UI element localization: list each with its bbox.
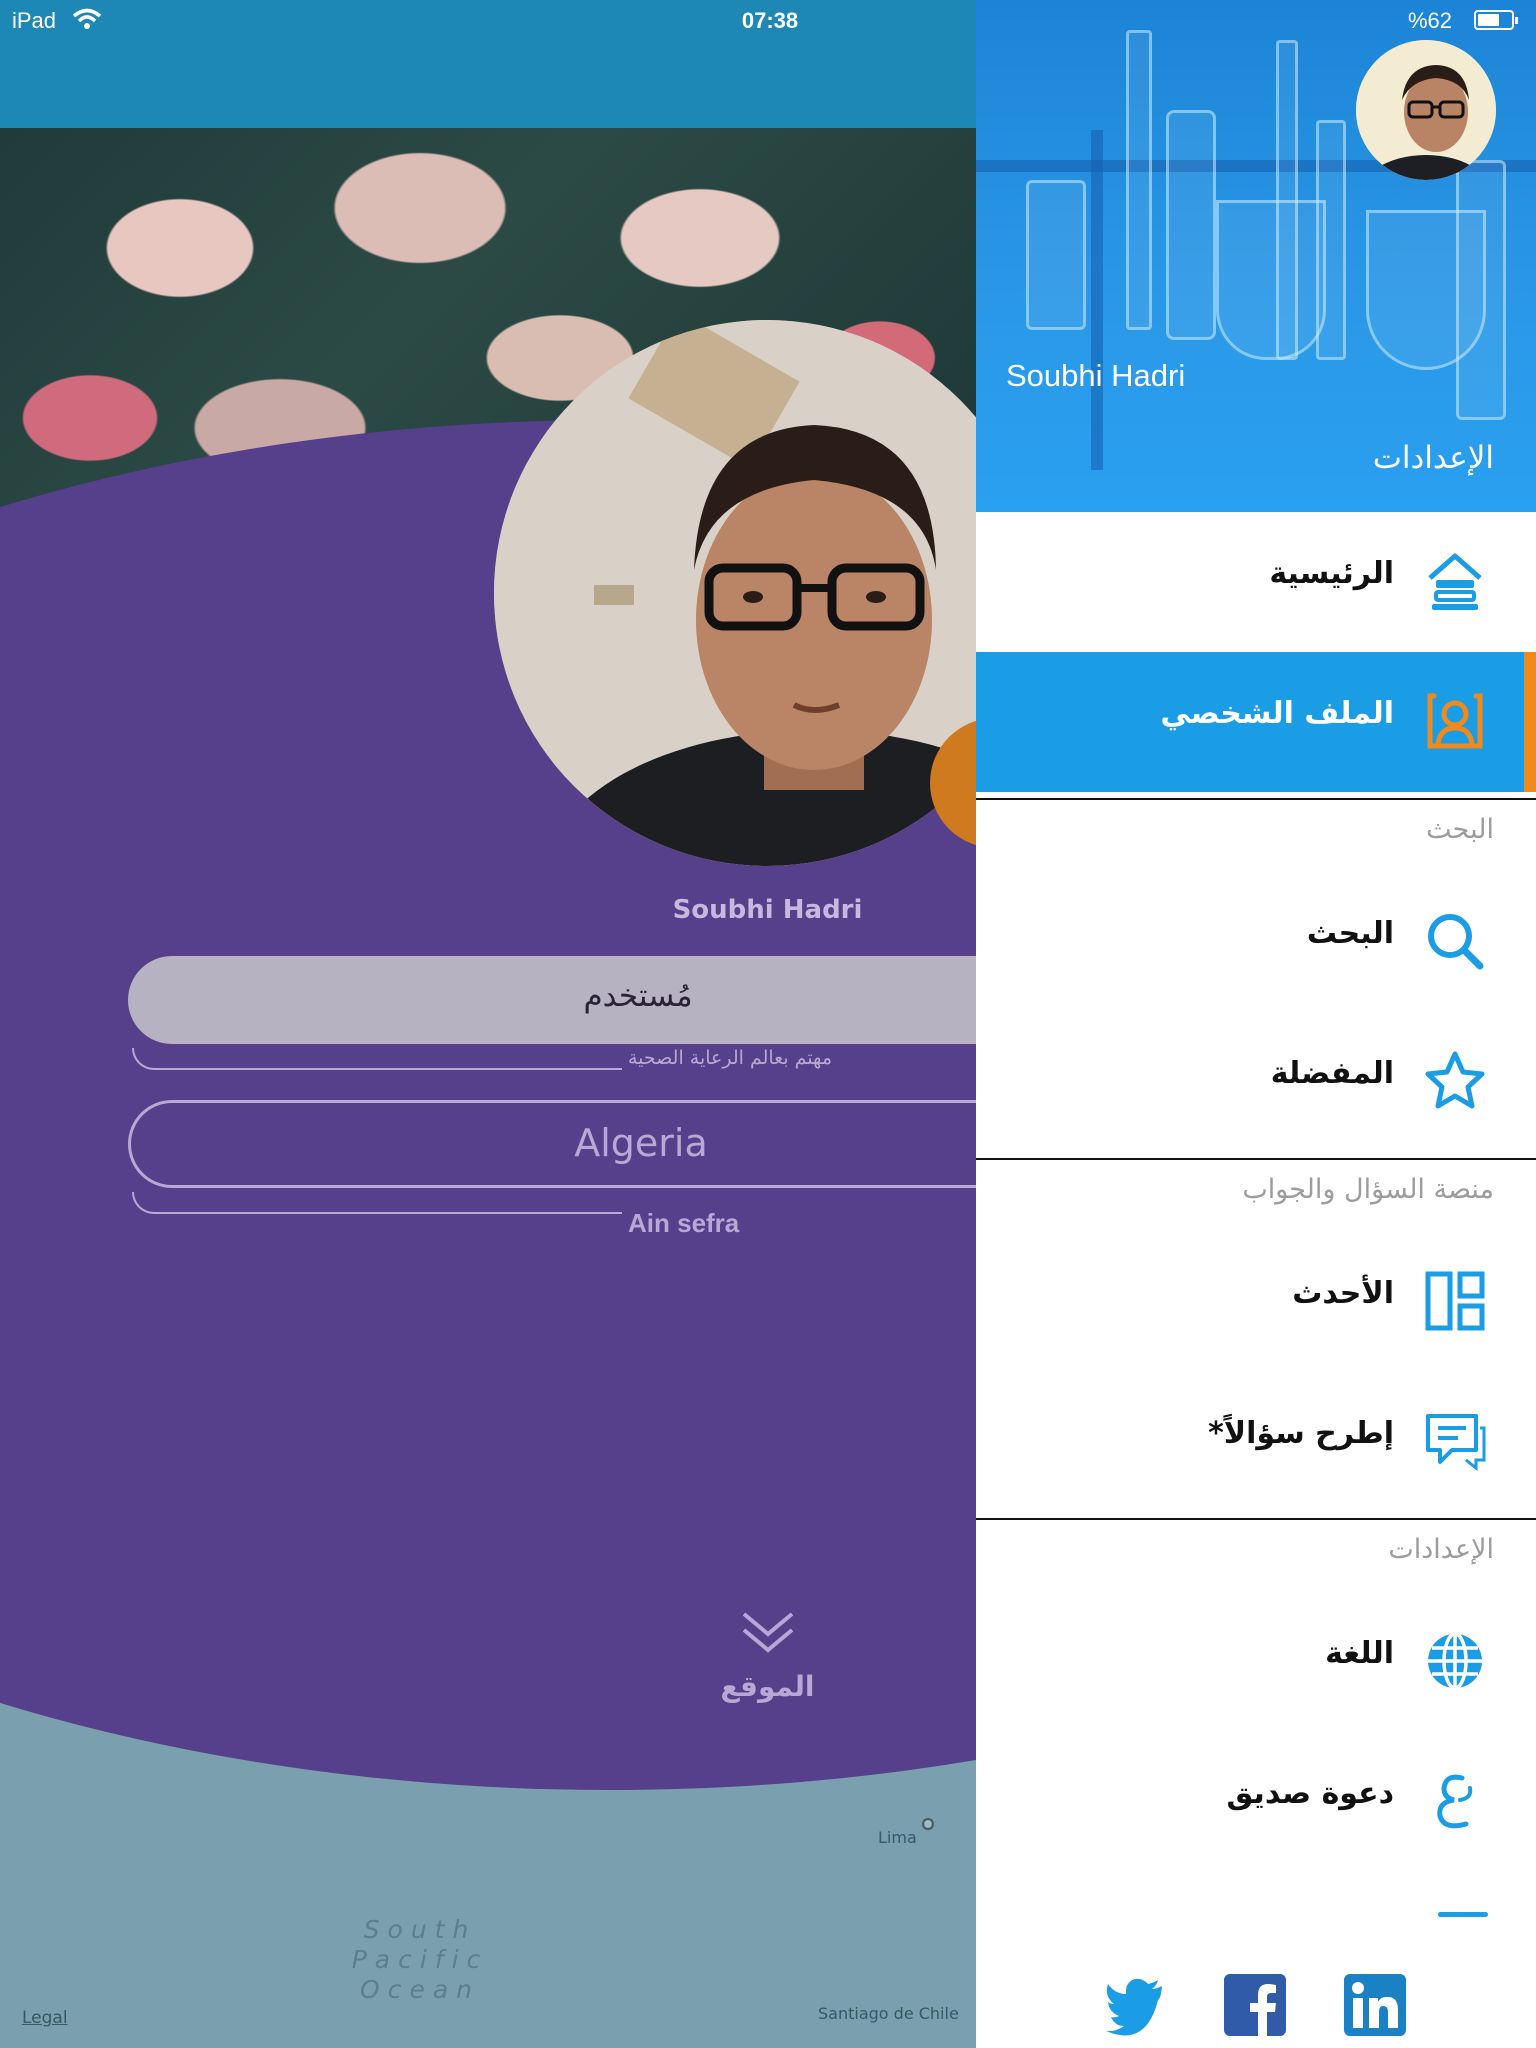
map-ocean-label: South Pacific Ocean <box>351 1915 489 2004</box>
bio-underline <box>132 1048 622 1070</box>
bio-text: مهتم بعالم الرعاية الصحية <box>628 1047 832 1069</box>
battery-percent: %62 <box>1408 8 1453 33</box>
profile-icon <box>1427 693 1483 749</box>
menu-item-label: اللغة <box>1325 1636 1394 1671</box>
wifi-icon <box>72 8 102 29</box>
chevron-down-icon[interactable] <box>738 1610 798 1654</box>
linkedin-icon[interactable] <box>1344 1974 1406 2036</box>
lab-beaker-2 <box>1456 160 1506 420</box>
city-underline <box>132 1192 622 1214</box>
menu-item-invite-friend[interactable]: دعوة صديق <box>976 1732 1536 1872</box>
drawer-header: Soubhi Hadri الإعدادات <box>976 0 1536 512</box>
map-legal-link[interactable]: Legal <box>22 2008 68 2028</box>
layout-icon <box>1425 1271 1485 1331</box>
star-icon <box>1425 1051 1485 1109</box>
next-item-icon-partial <box>1438 1912 1488 1917</box>
location-button[interactable]: الموقع <box>690 1670 845 1703</box>
drawer-avatar-photo <box>1356 40 1496 180</box>
menu-item-label: دعوة صديق <box>1226 1776 1394 1811</box>
menu-item-favorites[interactable]: المفضلة <box>976 1012 1536 1152</box>
country-value: Algeria <box>574 1121 708 1165</box>
menu-item-home[interactable]: الرئيسية <box>976 512 1536 652</box>
role-value: مُستخدم <box>583 978 693 1014</box>
side-drawer: Soubhi Hadri الإعدادات الرئيسية الملف ال… <box>976 0 1536 2048</box>
menu-item-label: *إطرح سؤالاً <box>1208 1416 1394 1451</box>
lab-beaker-1 <box>1166 110 1216 340</box>
section-title-qa: منصة السؤال والجواب <box>1242 1174 1494 1205</box>
menu-item-profile[interactable]: الملف الشخصي <box>976 652 1536 792</box>
section-divider <box>976 1518 1536 1520</box>
section-divider <box>976 1158 1536 1160</box>
menu-item-label: الرئيسية <box>1269 556 1394 591</box>
profile-screen: Lima Santiago de Chile South Pacific Oce… <box>0 0 976 2048</box>
country-field: Algeria <box>128 1100 976 1188</box>
lab-stand <box>1091 130 1103 470</box>
battery-icon <box>1474 10 1518 30</box>
carrier-label: iPad <box>12 8 57 33</box>
map-city-santiago: Santiago de Chile <box>818 2004 959 2023</box>
search-icon <box>1428 914 1484 970</box>
menu-item-latest[interactable]: الأحدث <box>976 1232 1536 1372</box>
lab-tube-2 <box>1276 40 1298 360</box>
active-indicator <box>1524 652 1536 792</box>
lab-flask-2 <box>1216 200 1326 360</box>
lab-tube-3 <box>1316 120 1346 360</box>
section-divider <box>976 798 1536 800</box>
drawer-settings-link[interactable]: الإعدادات <box>1373 440 1494 476</box>
invite-icon <box>1437 1774 1473 1829</box>
drawer-user-name: Soubhi Hadri <box>1006 358 1186 393</box>
menu-item-label: الملف الشخصي <box>1160 696 1394 731</box>
section-title-settings: الإعدادات <box>1388 1534 1494 1565</box>
city-text: Ain sefra <box>628 1208 740 1238</box>
globe-icon <box>1428 1632 1482 1690</box>
lab-tube-1 <box>1126 30 1152 330</box>
facebook-icon[interactable] <box>1224 1974 1286 2036</box>
profile-name: Soubhi Hadri <box>672 895 863 925</box>
menu-item-label: الأحدث <box>1292 1276 1394 1311</box>
map-marker-lima <box>922 1818 934 1830</box>
menu-item-language[interactable]: اللغة <box>976 1592 1536 1732</box>
chat-icon <box>1426 1414 1486 1472</box>
drawer-avatar[interactable] <box>1356 40 1496 180</box>
clock: 07:38 <box>741 8 799 33</box>
menu-item-label: البحث <box>1306 916 1394 951</box>
status-bar: iPad 07:38 %62 <box>0 0 1536 42</box>
menu-item-label: المفضلة <box>1270 1056 1394 1091</box>
section-title-search: البحث <box>1426 814 1494 845</box>
menu-item-search[interactable]: البحث <box>976 872 1536 1012</box>
home-icon <box>1428 553 1482 610</box>
menu-item-ask-question[interactable]: *إطرح سؤالاً <box>976 1372 1536 1512</box>
role-field: مُستخدم <box>128 956 976 1044</box>
lab-flask-1 <box>1026 180 1086 330</box>
map-city-lima: Lima <box>878 1828 917 1847</box>
twitter-icon[interactable] <box>1104 1974 1166 2036</box>
